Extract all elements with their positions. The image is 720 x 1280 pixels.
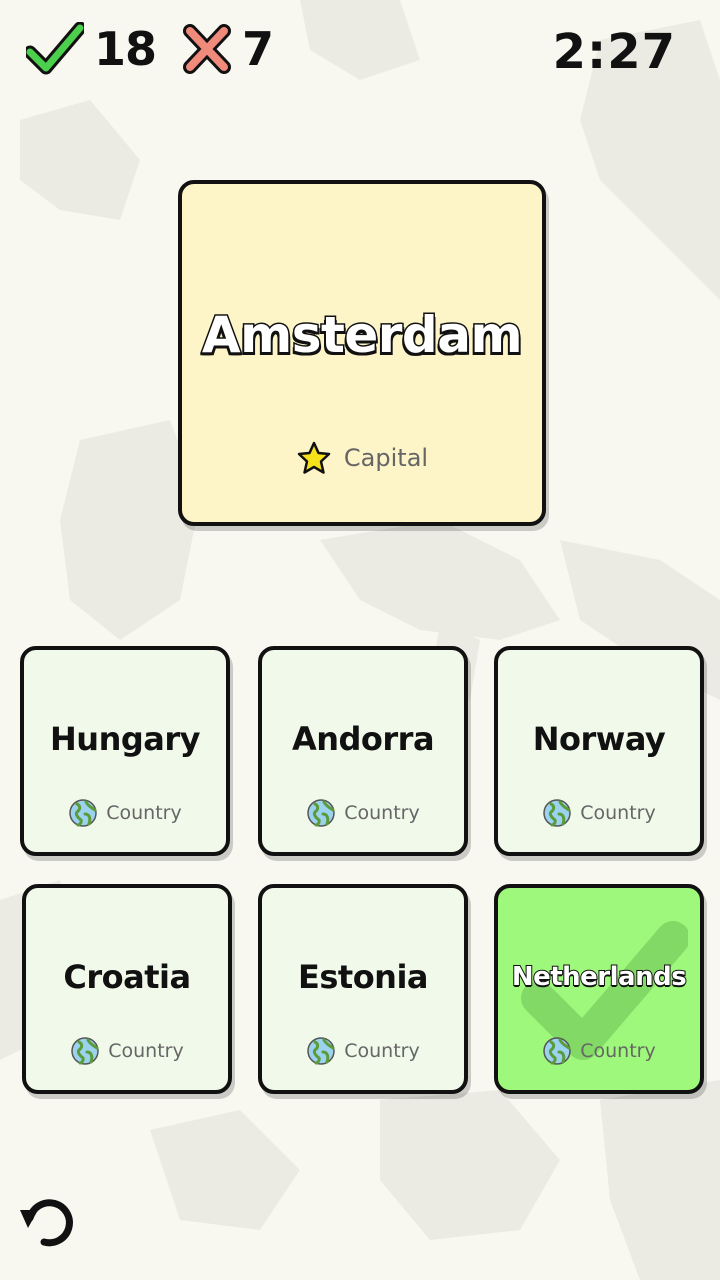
option-category-label: Country [344, 802, 420, 824]
option-category-label: Country [344, 1040, 420, 1062]
option-estonia[interactable]: Estonia Country [258, 884, 468, 1094]
option-category: Country [262, 798, 464, 828]
option-name: Andorra [291, 720, 435, 758]
option-category: Country [498, 798, 700, 828]
option-hungary[interactable]: Hungary Country [20, 646, 230, 856]
option-category-label: Country [108, 1040, 184, 1062]
wrong-count: 7 [242, 22, 274, 76]
option-name: Norway [532, 720, 666, 758]
option-netherlands[interactable]: Netherlands Country [494, 884, 704, 1094]
globe-icon [307, 799, 335, 827]
timer: 2:27 [552, 24, 676, 80]
undo-icon [20, 1199, 73, 1247]
question-category-label: Capital [343, 444, 429, 472]
option-andorra[interactable]: Andorra Country [258, 646, 468, 856]
question-card: Amsterdam Capital [178, 180, 546, 526]
globe-icon [543, 799, 571, 827]
option-category-label: Country [580, 802, 656, 824]
globe-icon [543, 1037, 571, 1065]
question-category: Capital [182, 440, 542, 476]
option-name: Croatia [63, 958, 191, 996]
wrong-score: 7 [182, 22, 274, 76]
undo-button[interactable] [16, 1188, 80, 1256]
cross-icon [183, 24, 231, 74]
option-category-label: Country [106, 802, 182, 824]
score-bar: 18 7 2:27 [0, 0, 720, 100]
globe-icon [69, 799, 97, 827]
check-icon [26, 22, 84, 75]
option-croatia[interactable]: Croatia Country [22, 884, 232, 1094]
option-name: Hungary [50, 720, 200, 758]
option-name: Netherlands [511, 961, 688, 993]
option-category-label: Country [580, 1040, 656, 1062]
option-category: Country [262, 1036, 464, 1066]
option-category: Country [24, 798, 226, 828]
correct-score: 18 [26, 22, 157, 76]
star-icon [297, 441, 331, 474]
option-category: Country [498, 1036, 700, 1066]
globe-icon [71, 1037, 99, 1065]
question-title: Amsterdam [200, 305, 524, 366]
option-name: Estonia [297, 958, 429, 996]
option-norway[interactable]: Norway Country [494, 646, 704, 856]
option-category: Country [26, 1036, 228, 1066]
globe-icon [307, 1037, 335, 1065]
correct-count: 18 [94, 22, 157, 76]
